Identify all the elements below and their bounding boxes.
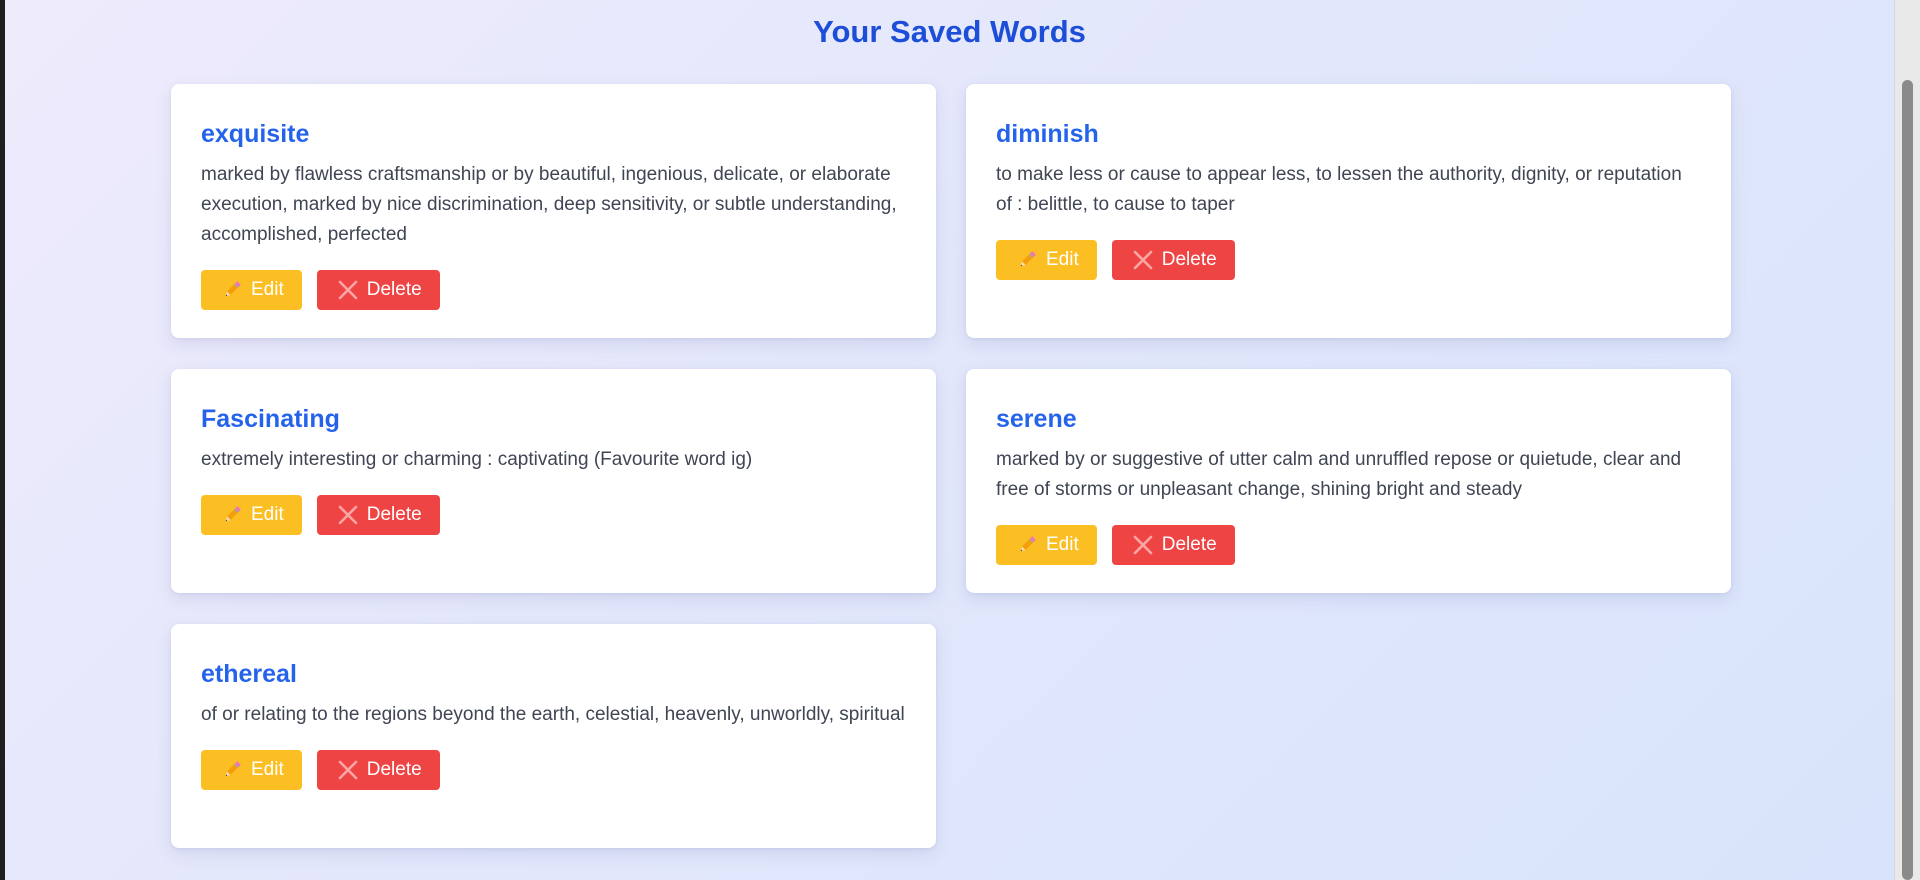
- word-title: Fascinating: [201, 405, 340, 433]
- card-actions: Edit Delete: [996, 240, 1701, 280]
- word-card: diminish to make less or cause to appear…: [966, 84, 1731, 338]
- delete-button[interactable]: Delete: [1111, 525, 1235, 565]
- word-card: exquisite marked by flawless craftsmansh…: [171, 84, 936, 338]
- card-actions: Edit Delete: [201, 270, 906, 310]
- pencil-icon: [221, 759, 243, 781]
- edit-button[interactable]: Edit: [201, 495, 302, 535]
- pencil-icon: [221, 279, 243, 301]
- word-definition: to make less or cause to appear less, to…: [996, 164, 1682, 215]
- word-definition: marked by or suggestive of utter calm an…: [996, 449, 1682, 500]
- saved-words-grid: exquisite marked by flawless craftsmansh…: [171, 84, 1731, 848]
- word-card: serene marked by or suggestive of utter …: [966, 369, 1731, 593]
- edit-button-label: Edit: [251, 279, 284, 300]
- word-title: exquisite: [201, 120, 310, 148]
- word-card: Fascinating extremely interesting or cha…: [171, 369, 936, 593]
- delete-button-label: Delete: [1161, 249, 1217, 270]
- edit-button[interactable]: Edit: [201, 270, 302, 310]
- card-actions: Edit Delete: [201, 495, 906, 535]
- word-definition: of or relating to the regions beyond the…: [201, 704, 905, 725]
- edit-button-label: Edit: [251, 504, 284, 525]
- word-definition: marked by flawless craftsmanship or by b…: [201, 164, 897, 245]
- edit-button-label: Edit: [1046, 249, 1079, 270]
- edit-button[interactable]: Edit: [996, 240, 1097, 280]
- app-viewport: Your Saved Words exquisite marked by fla…: [5, 0, 1894, 880]
- delete-button-label: Delete: [366, 504, 422, 525]
- edit-button[interactable]: Edit: [201, 750, 302, 790]
- card-actions: Edit Delete: [201, 750, 906, 790]
- cross-icon: [337, 759, 359, 781]
- word-title: diminish: [996, 120, 1099, 148]
- card-actions: Edit Delete: [996, 525, 1701, 565]
- cross-icon: [337, 279, 359, 301]
- delete-button[interactable]: Delete: [1111, 240, 1235, 280]
- delete-button[interactable]: Delete: [316, 270, 440, 310]
- delete-button-label: Delete: [366, 279, 422, 300]
- delete-button-label: Delete: [366, 759, 422, 780]
- edit-button[interactable]: Edit: [996, 525, 1097, 565]
- vertical-scrollbar[interactable]: [1894, 0, 1920, 880]
- delete-button[interactable]: Delete: [316, 495, 440, 535]
- scrollbar-thumb[interactable]: [1902, 80, 1913, 880]
- cross-icon: [337, 504, 359, 526]
- edit-button-label: Edit: [1046, 534, 1079, 555]
- cross-icon: [1132, 534, 1154, 556]
- word-definition: extremely interesting or charming : capt…: [201, 449, 753, 470]
- pencil-icon: [221, 504, 243, 526]
- edit-button-label: Edit: [251, 759, 284, 780]
- pencil-icon: [1016, 249, 1038, 271]
- delete-button-label: Delete: [1161, 534, 1217, 555]
- word-title: ethereal: [201, 660, 297, 688]
- pencil-icon: [1016, 534, 1038, 556]
- cross-icon: [1132, 249, 1154, 271]
- page-title: Your Saved Words: [813, 14, 1086, 49]
- word-card: ethereal of or relating to the regions b…: [171, 624, 936, 848]
- delete-button[interactable]: Delete: [316, 750, 440, 790]
- word-title: serene: [996, 405, 1077, 433]
